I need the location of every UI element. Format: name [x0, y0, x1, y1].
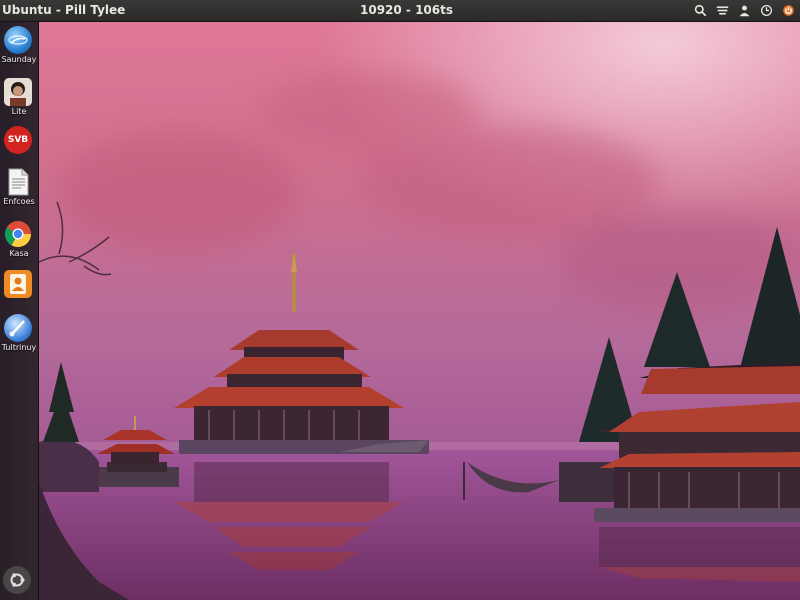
user-icon[interactable] — [736, 2, 752, 18]
ubuntu-logo-icon[interactable] — [3, 566, 31, 594]
launcher-label: Tultrinuy — [1, 343, 37, 352]
paint-brush-icon — [4, 314, 32, 342]
launcher-label: Saunday — [1, 55, 37, 64]
document-icon — [4, 168, 32, 196]
launcher-item-kasa[interactable]: Kasa — [0, 220, 39, 266]
search-icon[interactable] — [692, 2, 708, 18]
launcher-item-tultrinuy[interactable]: Tultrinuy — [0, 314, 39, 360]
pagoda-lake-scene — [38, 22, 800, 600]
clock[interactable]: 10920 - 106ts — [360, 3, 453, 17]
launcher-item-enfcoes[interactable]: Enfcoes — [0, 168, 39, 214]
launcher-label: Enfcoes — [3, 197, 35, 206]
clock-icon[interactable] — [758, 2, 774, 18]
indicator-area — [692, 2, 796, 18]
chrome-icon — [4, 220, 32, 248]
launcher: Saunday Lite SVB Enfcoes Kasa Tultrinuy — [0, 22, 39, 600]
launcher-item-saunday[interactable]: Saunday — [0, 26, 39, 72]
person-photo-icon — [4, 78, 32, 106]
top-panel: Ubuntu - Pill Tylee 10920 - 106ts — [0, 0, 800, 22]
launcher-item-lite[interactable]: Lite — [0, 78, 39, 124]
network-icon[interactable] — [714, 2, 730, 18]
launcher-item-red-app[interactable]: SVB — [0, 126, 39, 172]
red-app-badge: SVB — [7, 135, 29, 145]
contacts-icon — [4, 270, 32, 298]
desktop-wallpaper — [38, 22, 800, 600]
launcher-label: Lite — [11, 107, 27, 116]
app-title[interactable]: Ubuntu - Pill Tylee — [2, 3, 125, 17]
launcher-item-contacts[interactable] — [0, 270, 39, 316]
launcher-label: Kasa — [9, 249, 29, 258]
red-app-icon: SVB — [4, 126, 32, 154]
power-icon[interactable] — [780, 2, 796, 18]
globe-app-icon — [4, 26, 32, 54]
